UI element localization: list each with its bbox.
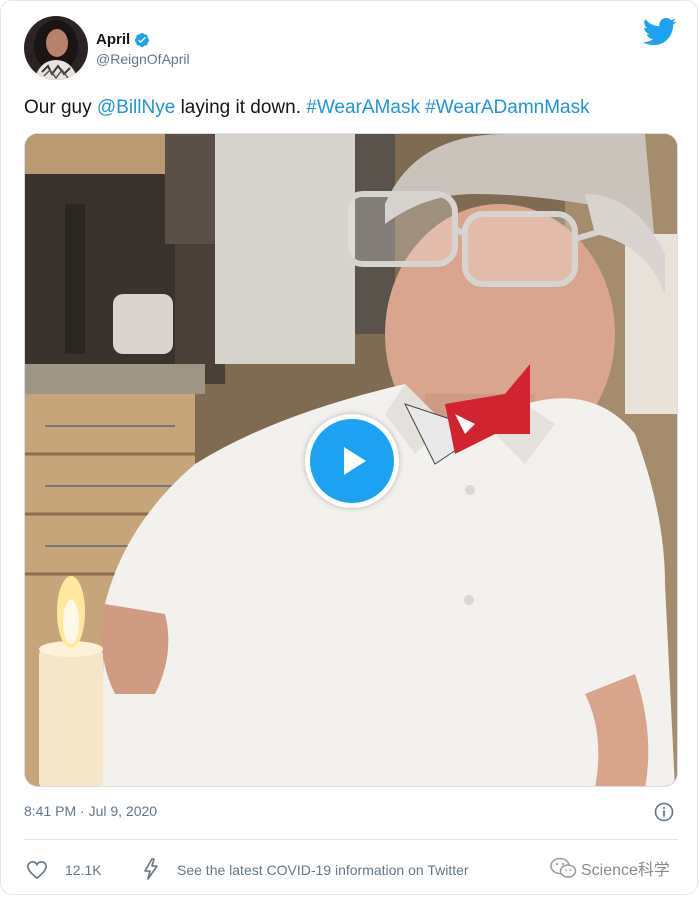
hashtag-link[interactable]: #WearAMask [306, 97, 420, 118]
wechat-icon [550, 857, 577, 878]
tweet-text-middle: laying it down. [175, 97, 307, 118]
timestamp[interactable]: 8:41 PM · Jul 9, 2020 [24, 803, 157, 819]
tweet-card: April @ReignOfApril Our guy @BillNye lay… [0, 0, 698, 895]
author-handle[interactable]: @ReignOfApril [96, 51, 190, 67]
author-name[interactable]: April [96, 31, 150, 48]
divider [24, 839, 678, 840]
verified-badge-icon [135, 32, 150, 47]
covid-info-link[interactable]: See the latest COVID-19 information on T… [177, 862, 469, 878]
avatar[interactable] [24, 16, 88, 80]
like-count[interactable]: 12.1K [65, 862, 102, 878]
video-player[interactable] [24, 133, 678, 787]
tweet-text-prefix: Our guy [24, 97, 97, 118]
hashtag-link[interactable]: #WearADamnMask [425, 97, 589, 118]
lightning-bolt-icon [144, 858, 158, 880]
play-button[interactable] [305, 414, 399, 508]
author-name-text[interactable]: April [96, 31, 130, 48]
play-icon [344, 447, 366, 475]
watermark-text: Science科学 [581, 862, 670, 879]
watermark: Science科学 [549, 856, 670, 880]
tweet-text: Our guy @BillNye laying it down. #WearAM… [24, 96, 674, 120]
heart-icon[interactable] [26, 860, 48, 880]
info-icon[interactable] [654, 802, 674, 822]
twitter-bird-icon[interactable] [643, 17, 677, 47]
mention-link[interactable]: @BillNye [97, 97, 175, 118]
